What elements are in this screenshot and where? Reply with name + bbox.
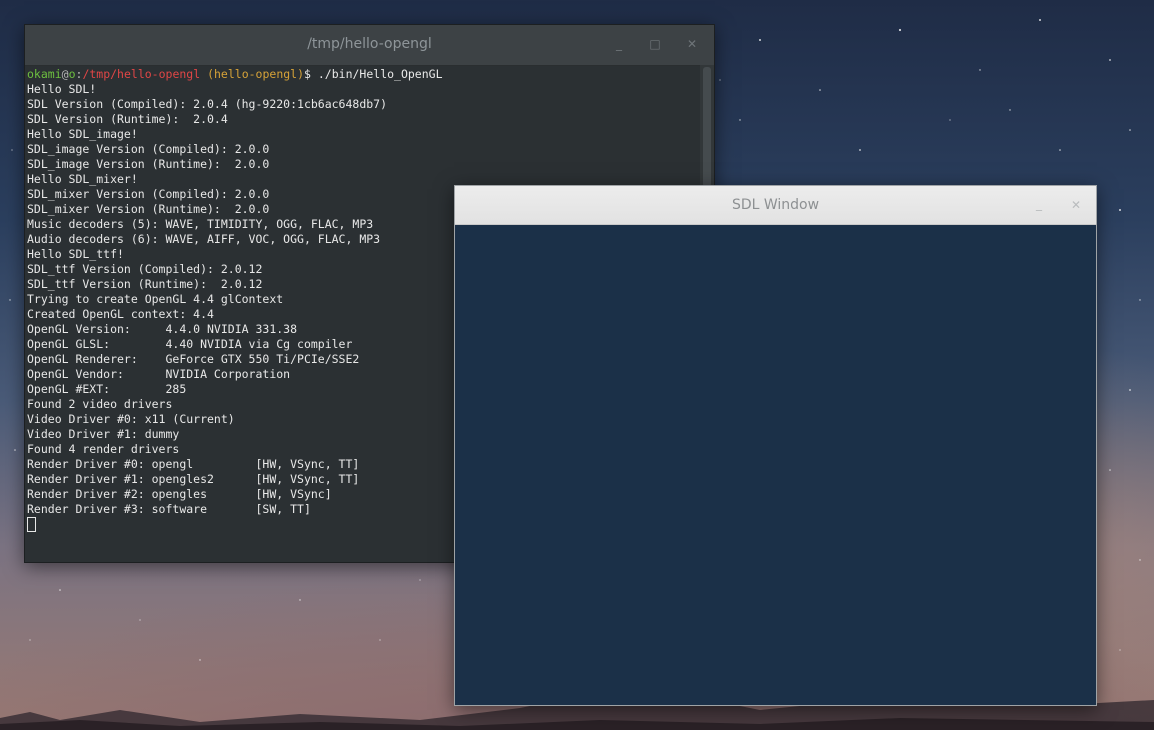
minimize-icon[interactable]: _	[1030, 195, 1048, 213]
close-icon[interactable]: ✕	[1067, 196, 1085, 214]
prompt-symbol: $	[304, 67, 311, 81]
prompt-line: okami@o:/tmp/hello-opengl (hello-opengl)…	[27, 67, 698, 82]
terminal-titlebar[interactable]: /tmp/hello-opengl _ □ ✕	[25, 25, 714, 66]
prompt-path: /tmp/hello-opengl	[82, 67, 201, 81]
sdl-window-title: SDL Window	[731, 197, 820, 213]
close-icon[interactable]: ✕	[683, 35, 701, 53]
output-line: SDL Version (Compiled): 2.0.4 (hg-9220:1…	[27, 97, 388, 111]
prompt-at: @	[61, 67, 69, 81]
output-line: SDL Version (Runtime): 2.0.4	[27, 112, 228, 126]
output-line: SDL_image Version (Runtime): 2.0.0	[27, 157, 270, 171]
maximize-icon[interactable]: □	[646, 35, 664, 53]
sdl-window[interactable]: SDL Window _ ✕	[454, 185, 1097, 706]
output-line: SDL_image Version (Compiled): 2.0.0	[27, 142, 270, 156]
terminal-scrollbar-thumb[interactable]	[703, 67, 711, 187]
prompt-branch: (hello-opengl)	[207, 67, 305, 81]
terminal-cursor	[27, 517, 36, 532]
prompt-command: ./bin/Hello_OpenGL	[310, 67, 443, 81]
sdl-titlebar[interactable]: SDL Window _ ✕	[455, 186, 1096, 225]
output-line: Hello SDL_image!	[27, 127, 138, 141]
opengl-canvas[interactable]	[455, 225, 1096, 705]
minimize-icon[interactable]: _	[610, 35, 628, 53]
prompt-host: o	[68, 67, 76, 81]
output-line: Hello SDL!	[27, 82, 97, 96]
prompt-user: okami	[27, 67, 62, 81]
